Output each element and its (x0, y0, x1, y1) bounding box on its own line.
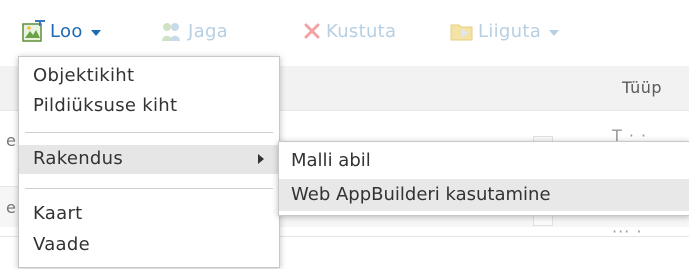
submenu-item-web-appbuilder[interactable]: Web AppBuilderi kasutamine (279, 179, 689, 211)
menu-item-label: Rakendus (33, 148, 124, 169)
move-button[interactable]: Liiguta (450, 14, 560, 48)
menu-item-feature-layer[interactable]: Objektikiht (19, 62, 279, 91)
share-button-label: Jaga (188, 20, 228, 42)
row-type-cell: ··· · (612, 222, 643, 241)
delete-button[interactable]: Kustuta (302, 14, 396, 48)
create-button-label: Loo (50, 20, 83, 42)
content-toolbar: Loo Jaga Kustuta Liiguta (0, 0, 689, 58)
menu-separator (25, 132, 273, 133)
submenu-item-label: Malli abil (291, 150, 371, 171)
share-button[interactable]: Jaga (160, 14, 228, 48)
list-row-stub: e (6, 131, 16, 150)
delete-icon (304, 23, 320, 39)
menu-separator (25, 188, 273, 189)
menu-item-app[interactable]: Rakendus (19, 145, 279, 174)
menu-item-imagery-layer[interactable]: Pildiüksuse kiht (19, 92, 279, 121)
menu-item-view[interactable]: Vaade (19, 231, 279, 260)
delete-button-label: Kustuta (326, 20, 397, 42)
submenu-item-label: Web AppBuilderi kasutamine (291, 184, 551, 205)
menu-item-label: Kaart (33, 203, 83, 224)
create-button[interactable]: Loo (22, 14, 101, 48)
content-page: Loo Jaga Kustuta Liiguta Tüüp e T · · e … (0, 0, 689, 269)
create-menu: Objektikiht Pildiüksuse kiht Rakendus Ka… (18, 56, 280, 268)
menu-item-map[interactable]: Kaart (19, 200, 279, 229)
folder-move-icon (450, 24, 473, 41)
move-button-label: Liiguta (478, 20, 542, 42)
chevron-down-icon (549, 29, 560, 36)
column-header-type[interactable]: Tüüp (622, 78, 662, 97)
app-submenu: Malli abil Web AppBuilderi kasutamine (278, 141, 689, 216)
share-icon (162, 23, 180, 41)
chevron-down-icon (90, 29, 101, 36)
menu-item-label: Objektikiht (33, 65, 135, 86)
menu-item-label: Pildiüksuse kiht (33, 95, 178, 116)
submenu-item-from-template[interactable]: Malli abil (279, 145, 689, 177)
list-row-stub: e (6, 198, 16, 217)
chevron-right-icon (258, 154, 264, 164)
menu-item-label: Vaade (33, 234, 90, 255)
create-icon (22, 20, 45, 42)
